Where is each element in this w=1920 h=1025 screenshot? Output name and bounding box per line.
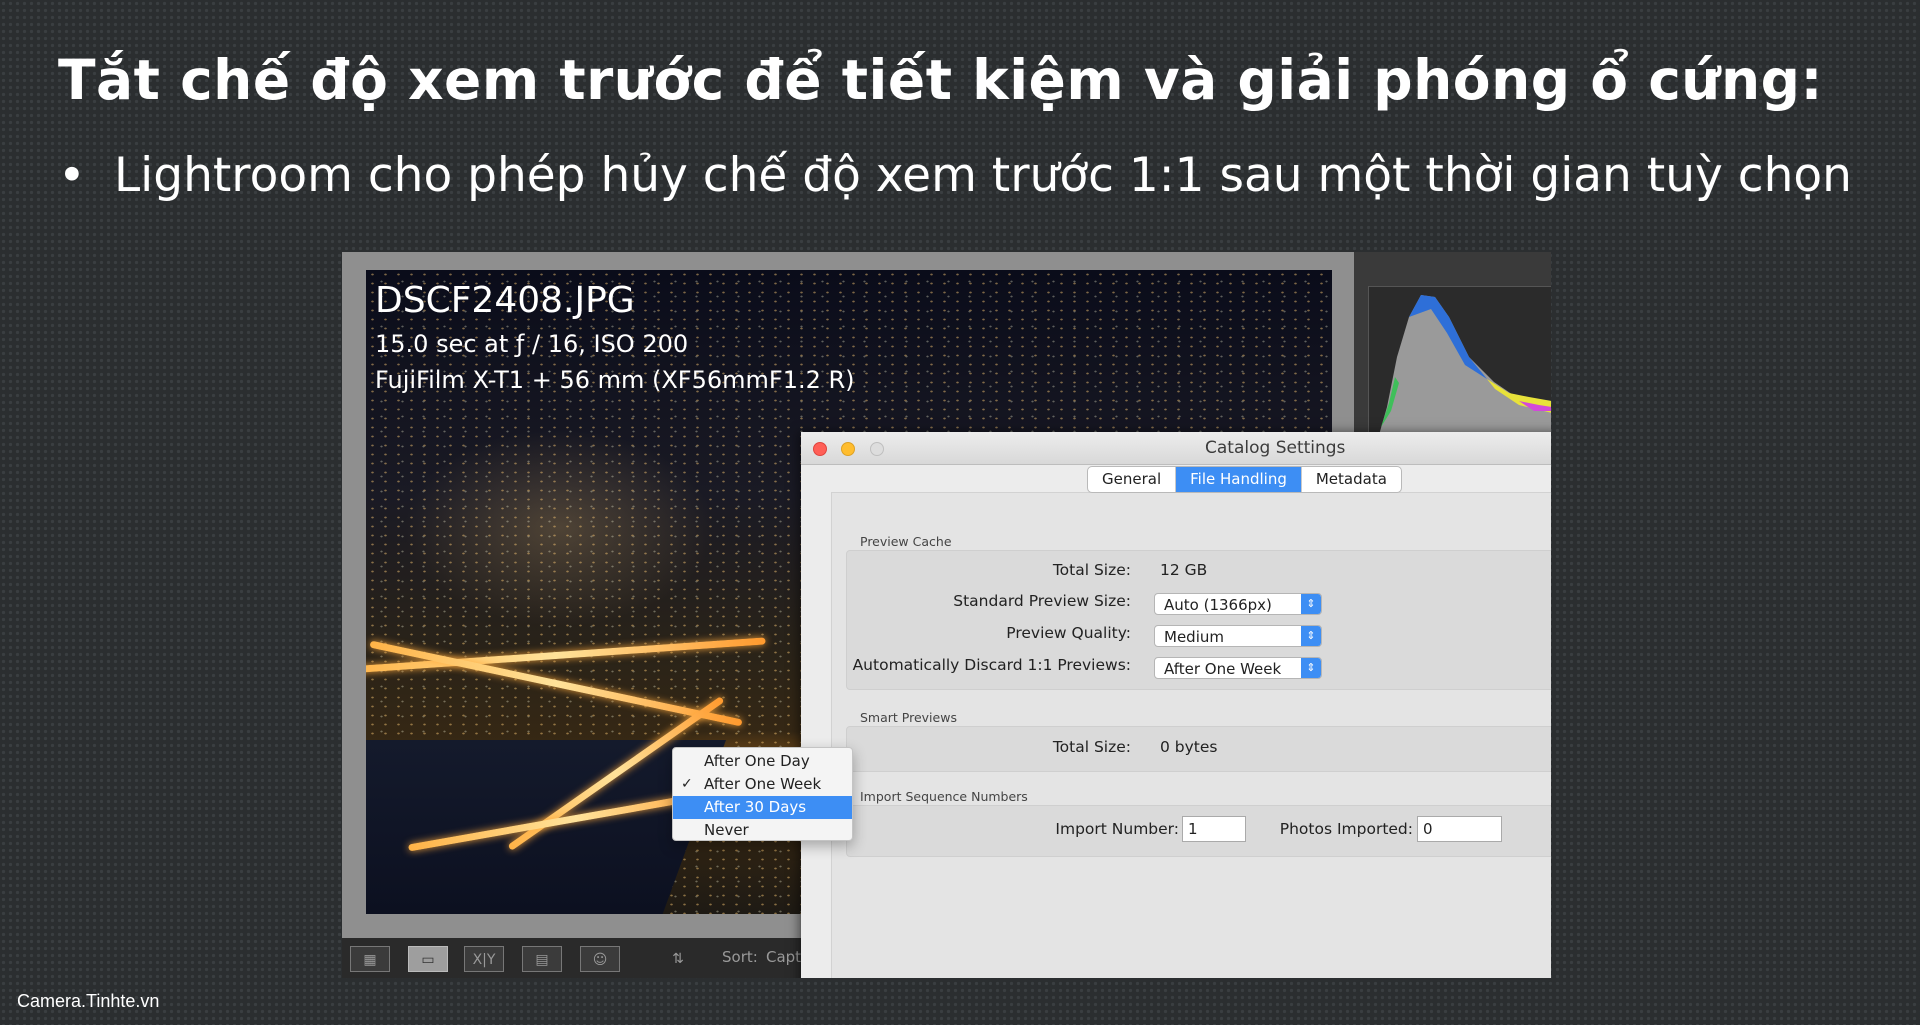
select-arrows-icon: ⇕: [1301, 594, 1321, 614]
bullet-icon: •: [58, 148, 86, 203]
watermark: Camera.Tinhte.vn: [17, 991, 160, 1011]
preview-cache-heading: Preview Cache: [860, 534, 952, 549]
close-window-icon[interactable]: [813, 442, 827, 456]
preview-quality-select[interactable]: Medium ⇕: [1154, 625, 1322, 647]
menu-item-after-30-days[interactable]: After 30 Days: [673, 796, 852, 819]
standard-preview-size-label: Standard Preview Size:: [953, 592, 1131, 610]
menu-item-label: After One Week: [704, 775, 822, 793]
catalog-settings-dialog: Catalog Settings General File Handling M…: [801, 432, 1551, 978]
discard-previews-value: After One Week: [1164, 660, 1282, 678]
import-number-input[interactable]: 1: [1182, 816, 1246, 842]
import-sequence-heading: Import Sequence Numbers: [860, 789, 1028, 804]
preview-quality-value: Medium: [1164, 628, 1224, 646]
photos-imported-input[interactable]: 0: [1417, 816, 1502, 842]
slide-title: Tắt chế độ xem trước để tiết kiệm và giả…: [58, 48, 1823, 112]
select-arrows-icon: ⇕: [1301, 658, 1321, 678]
loupe-view-icon[interactable]: ▭: [408, 946, 448, 972]
dialog-title: Catalog Settings: [1205, 438, 1346, 458]
photos-imported-label: Photos Imported:: [1279, 820, 1413, 838]
grid-view-icon[interactable]: ▦: [350, 946, 390, 972]
select-arrows-icon: ⇕: [1301, 626, 1321, 646]
photo-exposure: 15.0 sec at ƒ / 16, ISO 200: [375, 330, 689, 358]
smart-total-size-label: Total Size:: [1052, 738, 1131, 756]
smart-previews-heading: Smart Previews: [860, 710, 957, 725]
discard-previews-menu: After One Day ✓ After One Week After 30 …: [672, 747, 853, 841]
checkmark-icon: ✓: [681, 776, 693, 792]
bullet-text: Lightroom cho phép hủy chế độ xem trước …: [114, 148, 1852, 203]
zoom-window-icon[interactable]: [870, 442, 884, 456]
compare-view-icon[interactable]: X|Y: [464, 946, 504, 972]
import-number-label: Import Number:: [1055, 820, 1179, 838]
preview-quality-label: Preview Quality:: [1006, 624, 1131, 642]
settings-tabs: General File Handling Metadata: [1087, 466, 1402, 493]
dialog-titlebar: Catalog Settings: [801, 432, 1551, 465]
photo-filename: DSCF2408.JPG: [375, 280, 635, 321]
standard-preview-size-select[interactable]: Auto (1366px) ⇕: [1154, 593, 1322, 615]
people-view-icon[interactable]: ☺: [580, 946, 620, 972]
discard-previews-label: Automatically Discard 1:1 Previews:: [852, 656, 1131, 674]
standard-preview-size-value: Auto (1366px): [1164, 596, 1272, 614]
smart-total-size-value: 0 bytes: [1160, 738, 1218, 756]
discard-previews-select[interactable]: After One Week ⇕: [1154, 657, 1322, 679]
tab-general[interactable]: General: [1088, 467, 1177, 492]
menu-item-after-one-week[interactable]: ✓ After One Week: [673, 773, 852, 796]
menu-item-never[interactable]: Never: [673, 819, 852, 842]
menu-item-after-one-day[interactable]: After One Day: [673, 750, 852, 773]
histogram: [1368, 286, 1551, 436]
lightroom-screenshot: DSCF2408.JPG 15.0 sec at ƒ / 16, ISO 200…: [342, 252, 1551, 978]
preview-total-size-label: Total Size:: [1052, 561, 1131, 579]
minimize-window-icon[interactable]: [841, 442, 855, 456]
preview-total-size-value: 12 GB: [1160, 561, 1208, 579]
photo-camera: FujiFilm X-T1 + 56 mm (XF56mmF1.2 R): [375, 366, 855, 394]
tab-metadata[interactable]: Metadata: [1302, 467, 1401, 492]
tab-file-handling[interactable]: File Handling: [1176, 467, 1302, 492]
sort-label: Sort:: [722, 948, 758, 966]
sort-direction-icon[interactable]: ⇅: [658, 946, 698, 972]
survey-view-icon[interactable]: ▤: [522, 946, 562, 972]
sort-select[interactable]: Capt: [766, 948, 801, 966]
